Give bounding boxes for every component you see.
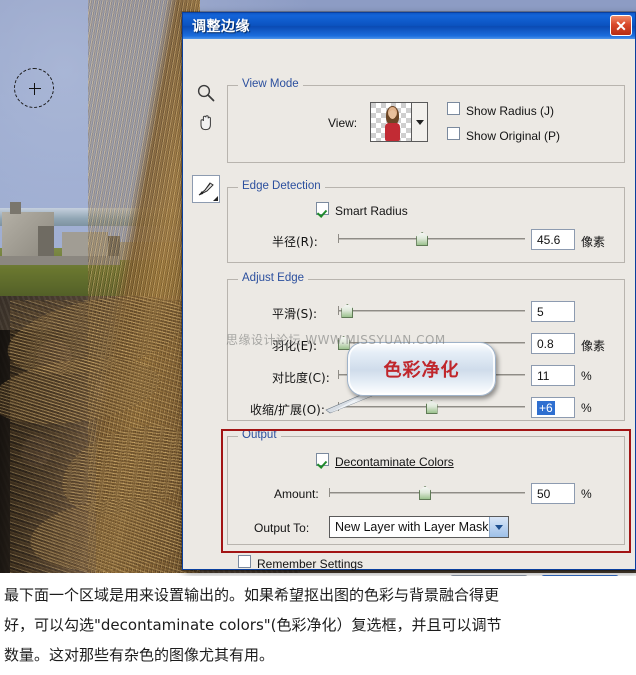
show-original-checkbox[interactable] <box>447 127 460 140</box>
radius-value-field[interactable]: 45.6 <box>531 229 575 250</box>
adjust-edge-legend: Adjust Edge <box>238 272 309 284</box>
remember-settings-label: Remember Settings <box>257 557 364 571</box>
output-legend: Output <box>238 429 281 441</box>
output-to-dropdown[interactable]: New Layer with Layer Mask <box>329 516 509 538</box>
radius-label: 半径(R): <box>272 235 318 249</box>
close-icon[interactable]: ✕ <box>610 15 632 36</box>
feather-label: 羽化(E): <box>272 339 317 353</box>
caption-block: 最下面一个区域是用来设置输出的。如果希望抠出图的色彩与背景融合得更 好，可以勾选… <box>0 576 636 675</box>
slider-endcap <box>338 402 339 411</box>
view-dropdown-button[interactable] <box>412 102 428 142</box>
show-radius-label: Show Radius (J) <box>466 104 555 118</box>
slider-track <box>338 238 525 240</box>
feather-unit: 像素 <box>581 339 606 353</box>
chevron-down-icon <box>415 119 424 125</box>
shift-edge-unit: % <box>581 401 592 415</box>
caption-line-2: 好，可以勾选"decontaminate colors"(色彩净化）复选框，并且… <box>4 616 502 634</box>
view-mode-group: View Mode View: Show Radius (J) Show Ori… <box>227 78 625 163</box>
chevron-down-icon[interactable] <box>489 517 508 537</box>
dialog-titlebar[interactable]: 调整边缘 ✕ <box>183 13 635 39</box>
amount-unit: % <box>581 487 592 501</box>
output-group: Output Decontaminate Colors Amount: 50 %… <box>227 429 625 545</box>
refine-radius-tool[interactable] <box>192 175 220 203</box>
smooth-slider[interactable] <box>338 304 525 318</box>
slider-endcap <box>338 370 339 379</box>
smooth-value-field[interactable]: 5 <box>531 301 575 322</box>
amount-value: 50 <box>537 486 551 501</box>
amount-label: Amount: <box>274 487 319 501</box>
slider-thumb[interactable] <box>341 304 354 318</box>
shift-edge-value: +6 <box>537 400 555 415</box>
smart-radius-checkbox[interactable] <box>316 202 329 215</box>
zoom-tool[interactable] <box>192 79 220 107</box>
slider-thumb[interactable] <box>416 232 429 246</box>
slider-endcap <box>338 234 339 243</box>
screenshot-root: 调整边缘 ✕ View Mode View: Show Radius (J) S… <box>0 0 636 675</box>
contrast-value-field[interactable]: 11 <box>531 365 575 386</box>
shift-edge-value-field[interactable]: +6 <box>531 397 575 418</box>
radius-value: 45.6 <box>537 232 561 247</box>
caption-line-1: 最下面一个区域是用来设置输出的。如果希望抠出图的色彩与背景融合得更 <box>4 586 500 604</box>
view-mode-legend: View Mode <box>238 78 303 90</box>
shift-edge-slider[interactable] <box>338 400 525 414</box>
stone-ruin <box>38 226 54 258</box>
slider-thumb[interactable] <box>337 336 350 350</box>
edge-detection-legend: Edge Detection <box>238 180 325 192</box>
slider-thumb[interactable] <box>419 486 432 500</box>
dialog-body: View Mode View: Show Radius (J) Show Ori… <box>183 39 635 599</box>
slider-endcap <box>329 488 330 497</box>
smooth-value: 5 <box>537 304 544 319</box>
smart-radius-label: Smart Radius <box>335 204 408 218</box>
amount-value-field[interactable]: 50 <box>531 483 575 504</box>
slider-track <box>338 310 525 312</box>
refine-brush-icon <box>198 182 214 196</box>
hand-tool[interactable] <box>192 109 220 137</box>
show-original-label: Show Original (P) <box>466 129 561 143</box>
slider-thumb[interactable] <box>425 400 438 414</box>
decontaminate-colors-checkbox[interactable] <box>316 453 329 466</box>
view-preview-thumbnail[interactable] <box>370 102 412 142</box>
amount-slider[interactable] <box>329 486 525 500</box>
edge-detection-group: Edge Detection Smart Radius 半径(R): 45.6 … <box>227 180 625 263</box>
refine-edge-dialog: 调整边缘 ✕ View Mode View: Show Radius (J) S… <box>182 12 636 599</box>
dialog-title: 调整边缘 <box>192 19 250 35</box>
caption-line-3: 数量。这对那些有杂色的图像尤其有用。 <box>4 646 275 664</box>
feather-value: 0.8 <box>537 336 554 351</box>
thumbnail-figure <box>384 106 401 141</box>
show-radius-checkbox[interactable] <box>447 102 460 115</box>
remember-settings-checkbox[interactable] <box>238 555 251 568</box>
smooth-label: 平滑(S): <box>272 307 318 321</box>
contrast-unit: % <box>581 369 592 383</box>
view-label: View: <box>328 116 358 130</box>
slider-endcap <box>338 306 339 315</box>
callout-text: 色彩净化 <box>383 360 460 381</box>
feather-value-field[interactable]: 0.8 <box>531 333 575 354</box>
output-to-value: New Layer with Layer Mask <box>335 520 489 534</box>
magnifier-icon <box>197 84 215 102</box>
radius-slider[interactable] <box>338 232 525 246</box>
decontaminate-colors-label: Decontaminate Colors <box>335 455 454 469</box>
contrast-label: 对比度(C): <box>272 371 330 385</box>
output-to-label: Output To: <box>254 521 310 535</box>
contrast-value: 11 <box>537 368 550 383</box>
hand-icon <box>200 115 211 131</box>
callout-bubble: 色彩净化 <box>347 342 496 396</box>
brush-cursor-icon <box>14 68 54 108</box>
shift-edge-label: 收缩/扩展(O): <box>250 403 325 417</box>
radius-unit: 像素 <box>581 235 606 249</box>
